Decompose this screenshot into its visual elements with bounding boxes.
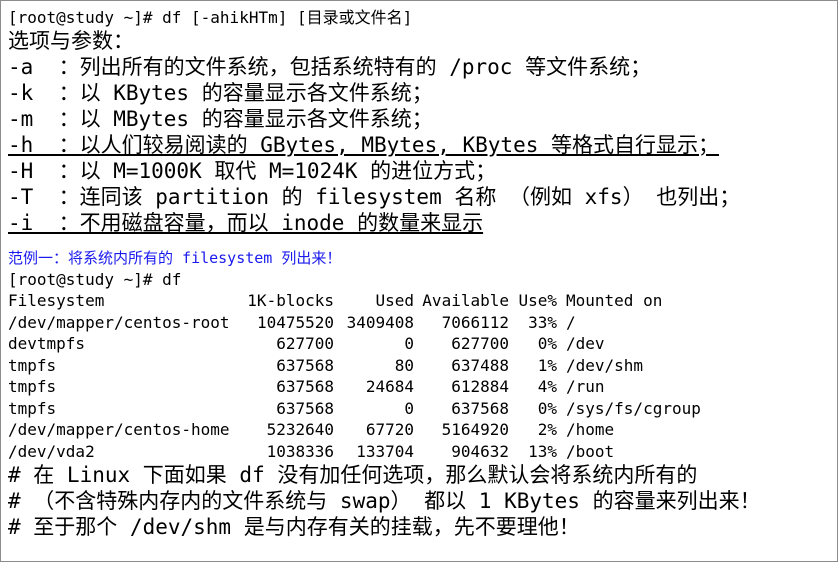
cell-1k-blocks: 637568	[276, 398, 334, 418]
cell-filesystem: /dev/mapper/centos-home	[8, 420, 230, 439]
cell-available: 627700	[451, 334, 509, 353]
cell-available: 637568	[451, 398, 509, 418]
cell-use-pct: 33%	[528, 312, 557, 332]
cell-filesystem: /dev/mapper/centos-root	[8, 312, 230, 332]
table-row: tmpfs 637568 24684 612884 4% /run	[8, 376, 701, 398]
cell-use-pct: 1%	[537, 355, 557, 375]
cell-mounted-on: /dev	[566, 334, 605, 353]
cell-filesystem: tmpfs	[8, 377, 57, 396]
cell-1k-blocks: 627700	[276, 334, 334, 353]
option-line: -m ：以 MBytes 的容量显示各文件系统；	[8, 107, 433, 131]
cell-available: 5164920	[441, 420, 509, 439]
cell-used: 133704	[356, 441, 414, 461]
option-line: -H ：以 M=1000K 取代 M=1024K 的进位方式；	[8, 159, 497, 183]
table-row: /dev/vda2 1038336 133704 904632 13% /boot	[8, 441, 701, 463]
cell-1k-blocks: 637568	[276, 377, 334, 396]
cell-1k-blocks: 5232640	[266, 420, 334, 439]
cell-available: 612884	[451, 377, 509, 396]
cell-use-pct: 0%	[537, 334, 557, 353]
cell-use-pct: 4%	[537, 377, 557, 396]
option-line: -i ：不用磁盘容量，而以 inode 的数量来显示	[8, 211, 484, 235]
cell-1k-blocks: 1038336	[266, 441, 334, 461]
header-filesystem: Filesystem	[8, 291, 105, 310]
table-row: /dev/mapper/centos-root 10475520 3409408 70…	[8, 312, 701, 334]
syntax-line: [root@study ~]# df [-ahikHTm] [目录或文件名]	[8, 8, 413, 27]
df-header-row: Filesystem 1K-blocks Used Available Use%…	[8, 290, 701, 312]
example-command: [root@study ~]# df	[8, 270, 182, 289]
cell-use-pct: 0%	[537, 398, 557, 418]
cell-use-pct: 13%	[528, 441, 557, 461]
option-line: -h ：以人们较易阅读的 GBytes, MBytes, KBytes 等格式自…	[8, 133, 720, 157]
header-available: Available	[422, 291, 509, 310]
cell-used: 3409408	[346, 312, 414, 332]
comment-line: # （不含特殊内存内的文件系统与 swap） 都以 1 KBytes 的容量来列…	[8, 489, 761, 513]
cell-used: 0	[404, 398, 414, 418]
cell-available: 7066112	[441, 312, 509, 332]
comments-block: # 在 Linux 下面如果 df 没有加任何选项，那么默认会将系统内所有的 # …	[8, 462, 834, 540]
cell-mounted-on: /dev/shm	[566, 355, 644, 375]
option-line: -a ：列出所有的文件系统，包括系统特有的 /proc 等文件系统；	[8, 55, 652, 79]
comment-line: # 至于那个 /dev/shm 是与内存有关的挂载，先不要理他！	[8, 515, 580, 539]
comment-line: # 在 Linux 下面如果 df 没有加任何选项，那么默认会将系统内所有的	[8, 463, 698, 487]
header-use-pct: Use%	[518, 291, 557, 310]
table-row: tmpfs 637568 80 637488 1% /dev/shm	[8, 355, 701, 377]
df-table-body: /dev/mapper/centos-root 10475520 3409408 70…	[8, 312, 701, 463]
header-mounted-on: Mounted on	[566, 291, 663, 310]
cell-filesystem: tmpfs	[8, 355, 57, 375]
cell-mounted-on: /	[566, 312, 576, 332]
cell-used: 24684	[365, 377, 414, 396]
option-line: -k ：以 KBytes 的容量显示各文件系统；	[8, 81, 433, 105]
cell-used: 80	[394, 355, 414, 375]
table-row: /dev/mapper/centos-home 5232640 67720 51649…	[8, 419, 701, 441]
header-1k-blocks: 1K-blocks	[247, 291, 334, 310]
document-frame: [root@study ~]# df [-ahikHTm] [目录或文件名] 选…	[0, 0, 838, 562]
cell-1k-blocks: 637568	[276, 355, 334, 375]
cell-available: 637488	[451, 355, 509, 375]
cell-filesystem: tmpfs	[8, 398, 57, 418]
cell-use-pct: 2%	[537, 420, 557, 439]
document-content: [root@study ~]# df [-ahikHTm] [目录或文件名] 选…	[8, 7, 834, 540]
df-output-table: Filesystem 1K-blocks Used Available Use%…	[8, 290, 701, 462]
cell-mounted-on: /home	[566, 420, 615, 439]
cell-used: 0	[404, 334, 414, 353]
example-title: 范例一：将系统内所有的 filesystem 列出来！	[8, 249, 342, 267]
table-row: devtmpfs 627700 0 627700 0% /dev	[8, 333, 701, 355]
cell-1k-blocks: 10475520	[256, 312, 334, 332]
cell-mounted-on: /boot	[566, 441, 615, 461]
cell-used: 67720	[365, 420, 414, 439]
header-used: Used	[375, 291, 414, 310]
cell-filesystem: devtmpfs	[8, 334, 86, 353]
option-line: -T ：连同该 partition 的 filesystem 名称 （例如 xf…	[8, 185, 741, 209]
cell-filesystem: /dev/vda2	[8, 441, 95, 461]
cell-available: 904632	[451, 441, 509, 461]
table-row: tmpfs 637568 0 637568 0% /sys/fs/cgroup	[8, 398, 701, 420]
cell-mounted-on: /run	[566, 377, 605, 396]
options-heading: 选项与参数：	[8, 29, 134, 53]
cell-mounted-on: /sys/fs/cgroup	[566, 398, 701, 418]
options-list: -a ：列出所有的文件系统，包括系统特有的 /proc 等文件系统； -k ：以 …	[8, 54, 834, 236]
